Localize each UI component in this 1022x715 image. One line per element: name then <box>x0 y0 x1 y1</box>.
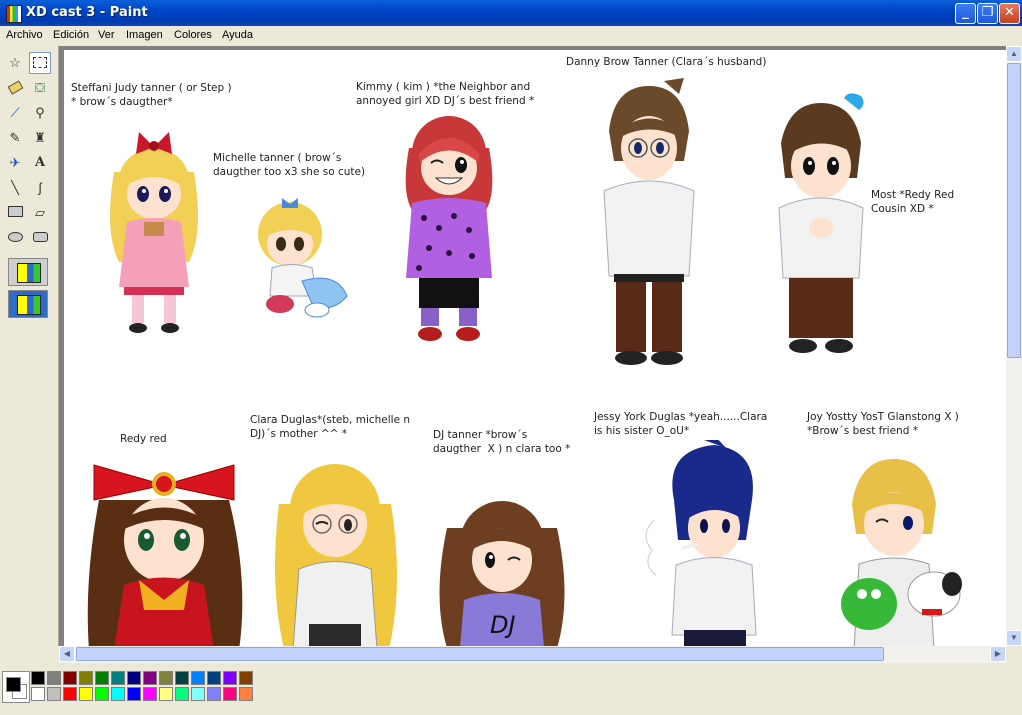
horizontal-scrollbar[interactable]: ◀ ▶ <box>59 646 1006 663</box>
minimize-button[interactable]: _ <box>955 3 976 24</box>
palette-swatch[interactable] <box>191 687 205 701</box>
palette-swatch[interactable] <box>239 687 253 701</box>
rectangle-icon[interactable] <box>4 202 26 224</box>
canvas-area: Steffani Judy tanner ( or Step ) * brow´… <box>59 46 1006 646</box>
free-select-icon[interactable]: ☆ <box>4 52 26 74</box>
title-bar: XD cast 3 - Paint _ ❐ ✕ <box>0 0 1022 26</box>
palette-swatch[interactable] <box>223 671 237 685</box>
jessy-figure <box>645 440 757 646</box>
palette-swatch[interactable] <box>111 687 125 701</box>
palette-swatch[interactable] <box>207 671 221 685</box>
text-tool-icon[interactable]: A <box>29 152 51 174</box>
current-colors[interactable] <box>2 671 30 703</box>
curve-icon[interactable]: ∫ <box>29 177 51 199</box>
horizontal-scroll-thumb[interactable] <box>76 647 884 661</box>
palette-swatch[interactable] <box>79 671 93 685</box>
palette-swatch[interactable] <box>95 687 109 701</box>
close-button[interactable]: ✕ <box>999 3 1020 24</box>
maximize-button[interactable]: ❐ <box>977 3 998 24</box>
palette-swatch[interactable] <box>63 687 77 701</box>
pencil-icon[interactable]: ✎ <box>4 127 26 149</box>
menu-ayuda[interactable]: Ayuda <box>222 29 253 41</box>
palette-swatch[interactable] <box>175 671 189 685</box>
joy-figure <box>841 459 962 646</box>
ellipse-icon[interactable] <box>4 227 26 249</box>
caption-joy: Joy Yostty YosT Glanstong X ) *Brow´s be… <box>807 411 959 437</box>
palette-swatch[interactable] <box>127 687 141 701</box>
color-palette <box>0 663 1022 715</box>
drawing-canvas[interactable]: Steffani Judy tanner ( or Step ) * brow´… <box>64 50 1006 646</box>
caption-clara: Clara Duglas*(steb, michelle n DJ)´s mot… <box>250 414 411 440</box>
caption-kimmy: Kimmy ( kim ) *the Neighbor and annoyed … <box>356 81 535 107</box>
eraser-icon[interactable] <box>4 77 26 99</box>
menu-colores[interactable]: Colores <box>174 29 212 41</box>
palette-swatch[interactable] <box>207 687 221 701</box>
palette-swatch[interactable] <box>79 687 93 701</box>
menu-archivo[interactable]: Archivo <box>6 29 43 41</box>
brush-icon[interactable]: ♜ <box>29 127 51 149</box>
dj-shirt-text: DJ <box>490 611 516 639</box>
scroll-down-arrow-icon[interactable]: ▼ <box>1006 630 1022 646</box>
caption-steffani: Steffani Judy tanner ( or Step ) * brow´… <box>71 82 232 108</box>
steffani-figure <box>110 132 198 333</box>
airbrush-icon[interactable]: ✈ <box>4 152 26 174</box>
michelle-figure <box>258 198 348 318</box>
kimmy-figure <box>405 116 493 341</box>
scroll-up-arrow-icon[interactable]: ▲ <box>1006 46 1022 62</box>
palette-swatch[interactable] <box>47 671 61 685</box>
foreground-color[interactable] <box>6 677 21 692</box>
menu-edicion[interactable]: Edición <box>53 29 89 41</box>
color-picker-icon[interactable]: ⟋ <box>4 102 26 124</box>
palette-swatch[interactable] <box>143 671 157 685</box>
dj-figure: DJ <box>439 501 565 646</box>
tool-box: ☆ ⛋ ⟋ ⚲ ✎ ♜ ✈ A ╲ ∫ ▱ <box>0 46 59 646</box>
transparent-option-icon[interactable] <box>8 290 48 318</box>
palette-swatch[interactable] <box>223 687 237 701</box>
palette-swatch[interactable] <box>31 671 45 685</box>
menu-bar: Archivo Edición Ver Imagen Colores Ayuda <box>0 26 1022 46</box>
palette-swatch[interactable] <box>159 671 173 685</box>
palette-swatch[interactable] <box>239 671 253 685</box>
rounded-rectangle-icon[interactable] <box>29 227 51 249</box>
opaque-option-icon[interactable] <box>8 258 48 286</box>
palette-swatch[interactable] <box>95 671 109 685</box>
palette-swatch[interactable] <box>31 687 45 701</box>
palette-swatch[interactable] <box>47 687 61 701</box>
caption-dj: DJ tanner *brow´s daugther X ) n clara t… <box>433 429 571 455</box>
palette-swatch[interactable] <box>191 671 205 685</box>
palette-swatch[interactable] <box>111 671 125 685</box>
paint-app-icon <box>6 5 22 23</box>
menu-imagen[interactable]: Imagen <box>126 29 163 41</box>
rect-select-icon[interactable] <box>29 52 51 74</box>
scroll-right-arrow-icon[interactable]: ▶ <box>990 646 1006 662</box>
line-icon[interactable]: ╲ <box>4 177 26 199</box>
vertical-scroll-thumb[interactable] <box>1007 63 1021 358</box>
vertical-scrollbar[interactable]: ▲ ▼ <box>1006 46 1022 646</box>
palette-swatch[interactable] <box>143 687 157 701</box>
most-figure <box>778 93 864 353</box>
redy-figure <box>87 464 243 646</box>
polygon-icon[interactable]: ▱ <box>29 202 51 224</box>
caption-danny: Danny Brow Tanner (Clara´s husband) <box>566 56 767 68</box>
fill-bucket-icon[interactable]: ⛋ <box>29 77 51 99</box>
palette-swatch[interactable] <box>63 671 77 685</box>
menu-ver[interactable]: Ver <box>98 29 115 41</box>
palette-swatch[interactable] <box>175 687 189 701</box>
scroll-left-arrow-icon[interactable]: ◀ <box>59 646 75 662</box>
palette-swatch[interactable] <box>127 671 141 685</box>
magnifier-icon[interactable]: ⚲ <box>29 102 51 124</box>
caption-most: Most *Redy Red Cousin XD * <box>871 189 955 215</box>
danny-figure <box>603 78 695 365</box>
caption-michelle: Michelle tanner ( brow´s daugther too x3… <box>213 152 366 178</box>
window-title: XD cast 3 - Paint <box>26 5 148 20</box>
palette-swatch[interactable] <box>159 687 173 701</box>
clara-figure <box>275 464 398 646</box>
caption-jessy: Jessy York Duglas *yeah......Clara is hi… <box>594 411 768 437</box>
